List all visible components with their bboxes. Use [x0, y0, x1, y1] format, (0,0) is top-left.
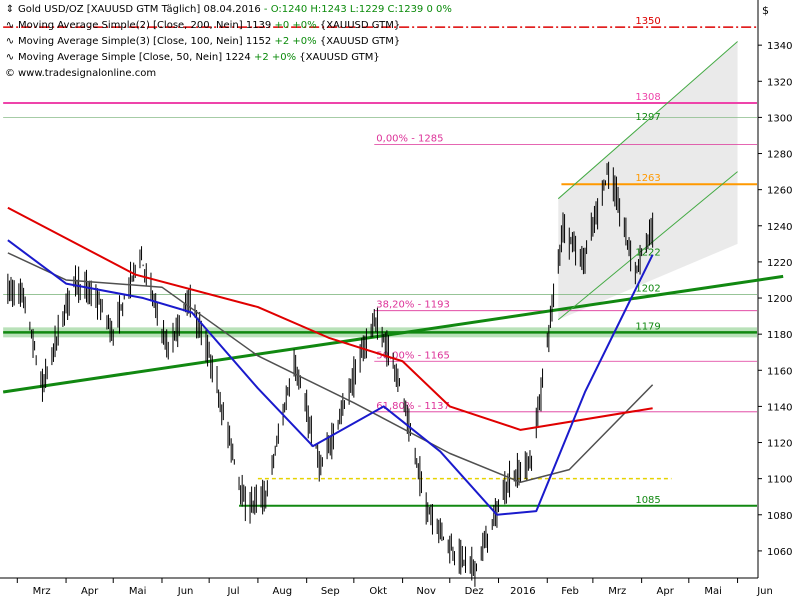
- level-label: 1179: [635, 321, 660, 332]
- x-tick-label: Nov: [416, 586, 436, 597]
- y-tick-label: 1140: [767, 402, 792, 413]
- legend-ma100-value: 1152: [245, 36, 272, 47]
- legend-title: Gold USD/OZ [XAUUSD GTM Täglich] 08.04.2…: [18, 4, 261, 15]
- x-tick-label: Mai: [129, 586, 147, 597]
- y-tick-label: 1200: [767, 294, 792, 305]
- legend-ma200-value: 1139: [245, 20, 272, 31]
- x-tick-label: Mrz: [608, 586, 626, 597]
- x-tick-label: Feb: [561, 586, 579, 597]
- level-label: 38,20% - 1193: [376, 300, 450, 311]
- y-tick-label: 1060: [767, 547, 792, 558]
- indicator-icon: ∿: [5, 36, 15, 47]
- level-label: 0,00% - 1285: [376, 134, 443, 145]
- y-tick-label: 1220: [767, 258, 792, 269]
- legend-ma50-src: {XAUUSD GTM}: [299, 52, 380, 63]
- legend-ma100-change: +2 +0%: [274, 36, 317, 47]
- x-tick-label: Mai: [704, 586, 722, 597]
- legend-ma50-row[interactable]: ∿ Moving Average Simple [Close, 50, Nein…: [4, 50, 452, 66]
- legend-ma200-src: {XAUUSD GTM}: [319, 20, 401, 31]
- legend-ma100-row[interactable]: ∿ Moving Average Simple(3) [Close, 100, …: [4, 34, 452, 50]
- legend-ma200-row[interactable]: ∿ Moving Average Simple(2) [Close, 200, …: [4, 18, 452, 34]
- y-tick-label: 1300: [767, 113, 792, 124]
- legend-title-row: ⇕ Gold USD/OZ [XAUUSD GTM Täglich] 08.04…: [4, 2, 452, 18]
- y-tick-label: 1340: [767, 41, 792, 52]
- level-label: 1202: [635, 283, 660, 294]
- chart-icon: ⇕: [5, 4, 15, 15]
- x-tick-label: Jun: [756, 586, 773, 597]
- x-tick-label: Apr: [81, 586, 99, 597]
- legend-ma50-label: Moving Average Simple [Close, 50, Nein]: [18, 52, 223, 63]
- chart-window: 1060 1080 1100 1120 1140 1160 1180 1200 1220 1240…: [0, 0, 800, 600]
- y-tick-label: 1100: [767, 475, 792, 486]
- level-label: 1085: [635, 495, 660, 506]
- x-tick-label: 2016: [510, 586, 535, 597]
- indicator-icon: ∿: [5, 52, 15, 63]
- legend-ma100-label: Moving Average Simple(3) [Close, 100, Ne…: [18, 36, 243, 47]
- price-chart[interactable]: 1060 1080 1100 1120 1140 1160 1180 1200 1220 1240…: [0, 0, 800, 600]
- legend-ma50-value: 1224: [225, 52, 251, 63]
- x-tick-label: Mrz: [33, 586, 51, 597]
- x-tick-label: Dez: [465, 586, 484, 597]
- legend-ma100-src: {XAUUSD GTM}: [319, 36, 401, 47]
- y-tick-label: 1240: [767, 222, 792, 233]
- currency-symbol: $: [762, 4, 769, 17]
- legend-ma200-label: Moving Average Simple(2) [Close, 200, Ne…: [18, 20, 243, 31]
- chart-legend: ⇕ Gold USD/OZ [XAUUSD GTM Täglich] 08.04…: [4, 2, 452, 82]
- legend-source-row: © www.tradesignalonline.com: [4, 66, 452, 82]
- y-tick-label: 1080: [767, 511, 792, 522]
- x-tick-label: Sep: [321, 586, 340, 597]
- indicator-icon: ∿: [5, 20, 15, 31]
- level-label: 1350: [635, 16, 660, 27]
- x-tick-label: Jun: [177, 586, 194, 597]
- y-tick-label: 1180: [767, 330, 792, 341]
- copyright-icon: ©: [5, 68, 15, 79]
- x-tick-label: Jul: [226, 586, 239, 597]
- x-tick-label: Apr: [657, 586, 675, 597]
- legend-ma200-change: +0 +0%: [274, 20, 317, 31]
- x-tick-label: Aug: [273, 586, 293, 597]
- legend-source: www.tradesignalonline.com: [18, 68, 157, 79]
- y-tick-label: 1260: [767, 186, 792, 197]
- y-tick-label: 1160: [767, 366, 792, 377]
- level-label: 1297: [635, 112, 660, 123]
- x-tick-label: Okt: [369, 586, 387, 597]
- y-tick-label: 1120: [767, 439, 792, 450]
- y-tick-label: 1280: [767, 150, 792, 161]
- level-label: 1263: [635, 173, 660, 184]
- legend-ohlc: - O:1240 H:1243 L:1229 C:1239 0 0%: [263, 4, 452, 15]
- level-label: 1308: [635, 92, 660, 103]
- y-tick-label: 1320: [767, 77, 792, 88]
- legend-ma50-change: +2 +0%: [253, 52, 297, 63]
